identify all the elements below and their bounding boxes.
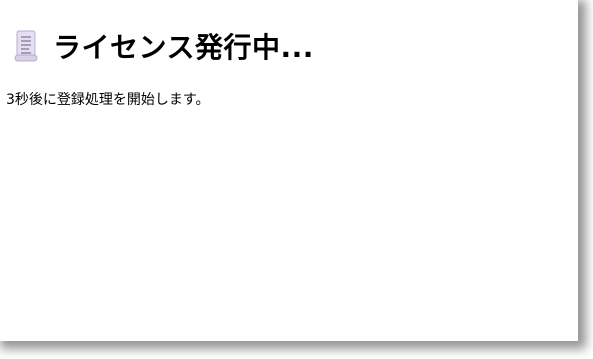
page-heading: ライセンス発行中... (12, 26, 314, 66)
scroll-icon (12, 29, 40, 63)
status-message: 3秒後に登録処理を開始します。 (6, 92, 210, 108)
license-issuing-window: ライセンス発行中... 3秒後に登録処理を開始します。 (0, 0, 578, 341)
page-title: ライセンス発行中... (53, 31, 314, 64)
